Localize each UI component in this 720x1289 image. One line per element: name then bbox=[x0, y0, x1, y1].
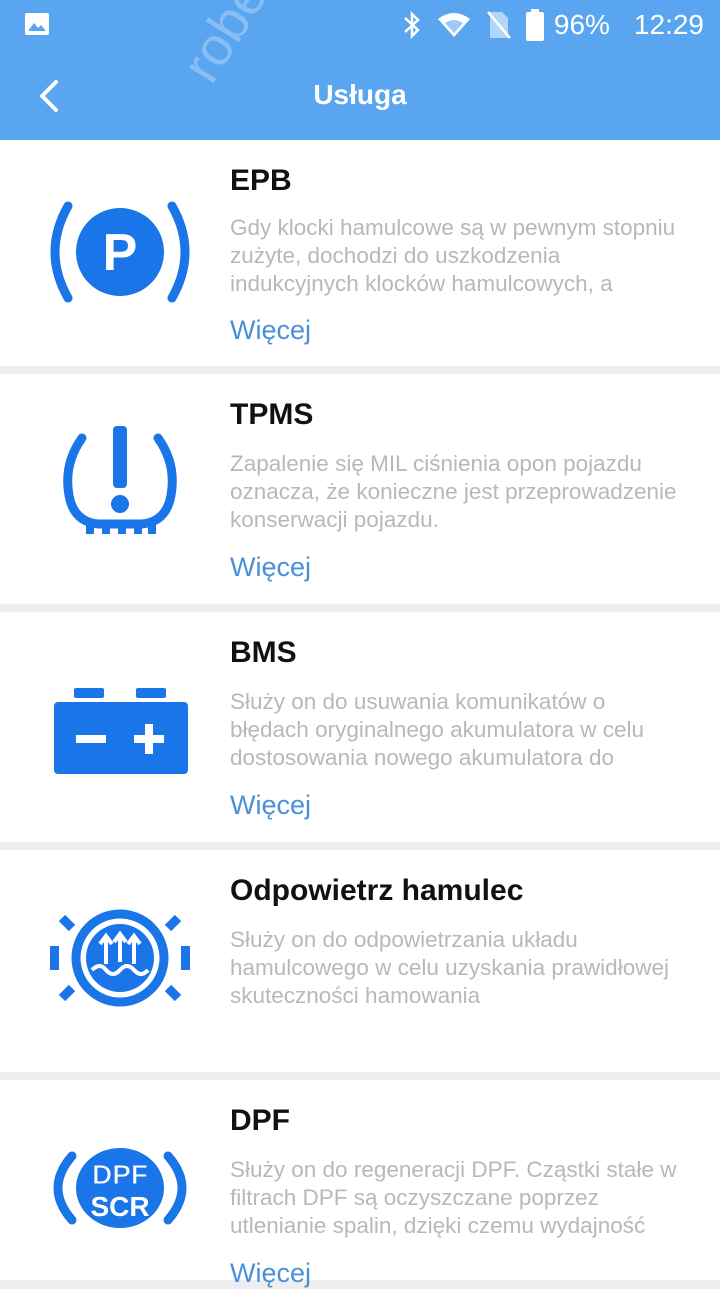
status-icons: 96% 12:29 bbox=[402, 0, 704, 50]
page-title: Usługa bbox=[313, 79, 407, 110]
gallery-icon bbox=[25, 13, 49, 35]
service-description: Służy on do odpowietrzania układu hamulc… bbox=[230, 927, 669, 1008]
service-card-tpms[interactable]: TPMS Zapalenie się MIL ciśnienia opon po… bbox=[0, 374, 720, 604]
service-name: TPMS bbox=[230, 398, 314, 431]
battery-percent: 96% bbox=[553, 9, 610, 40]
service-description: Zapalenie się MIL ciśnienia opon pojazdu… bbox=[230, 451, 677, 532]
service-name: DPF bbox=[230, 1104, 290, 1137]
service-card-epb[interactable]: P EPB Gdy klocki hamulcowe są w pewnym s… bbox=[0, 140, 720, 366]
dpf-scr-icon: DPF SCR bbox=[53, 1148, 187, 1228]
no-sim-icon bbox=[486, 11, 511, 39]
service-name: EPB bbox=[230, 164, 292, 197]
app-bar: Usługa bbox=[0, 50, 720, 140]
battery-icon bbox=[54, 688, 188, 774]
service-name: BMS bbox=[230, 636, 297, 669]
bluetooth-icon bbox=[404, 10, 420, 40]
service-card-bms[interactable]: BMS Służy on do usuwania komunikatów o b… bbox=[0, 612, 720, 842]
service-card-brake-bleed[interactable]: Odpowietrz hamulec Służy on do odpowietr… bbox=[0, 850, 720, 1072]
status-bar: 96% 12:29 bbox=[0, 0, 720, 50]
more-link[interactable]: Więcej bbox=[230, 315, 311, 346]
service-description: Gdy klocki hamulcowe są w pewnym stopniu… bbox=[230, 215, 676, 296]
battery-icon bbox=[525, 9, 544, 41]
svg-text:P: P bbox=[103, 224, 138, 282]
more-link[interactable]: Więcej bbox=[230, 552, 311, 583]
service-card-dpf[interactable]: DPF SCR DPF Służy on do regeneracji DPF.… bbox=[0, 1080, 720, 1288]
brake-bleed-icon bbox=[50, 909, 190, 1007]
tire-pressure-icon bbox=[63, 426, 177, 534]
dpf-label: DPF bbox=[92, 1159, 148, 1190]
more-link[interactable]: Więcej bbox=[230, 1258, 311, 1289]
service-name: Odpowietrz hamulec bbox=[230, 874, 524, 907]
more-link[interactable]: Więcej bbox=[230, 790, 311, 821]
clock: 12:29 bbox=[633, 9, 704, 40]
wifi-icon bbox=[437, 13, 470, 37]
service-description: Służy on do regeneracji DPF. Cząstki sta… bbox=[230, 1157, 677, 1238]
service-description: Służy on do usuwania komunikatów o błęda… bbox=[230, 689, 645, 770]
scr-label: SCR bbox=[90, 1191, 149, 1222]
parking-brake-icon: P bbox=[50, 201, 190, 303]
